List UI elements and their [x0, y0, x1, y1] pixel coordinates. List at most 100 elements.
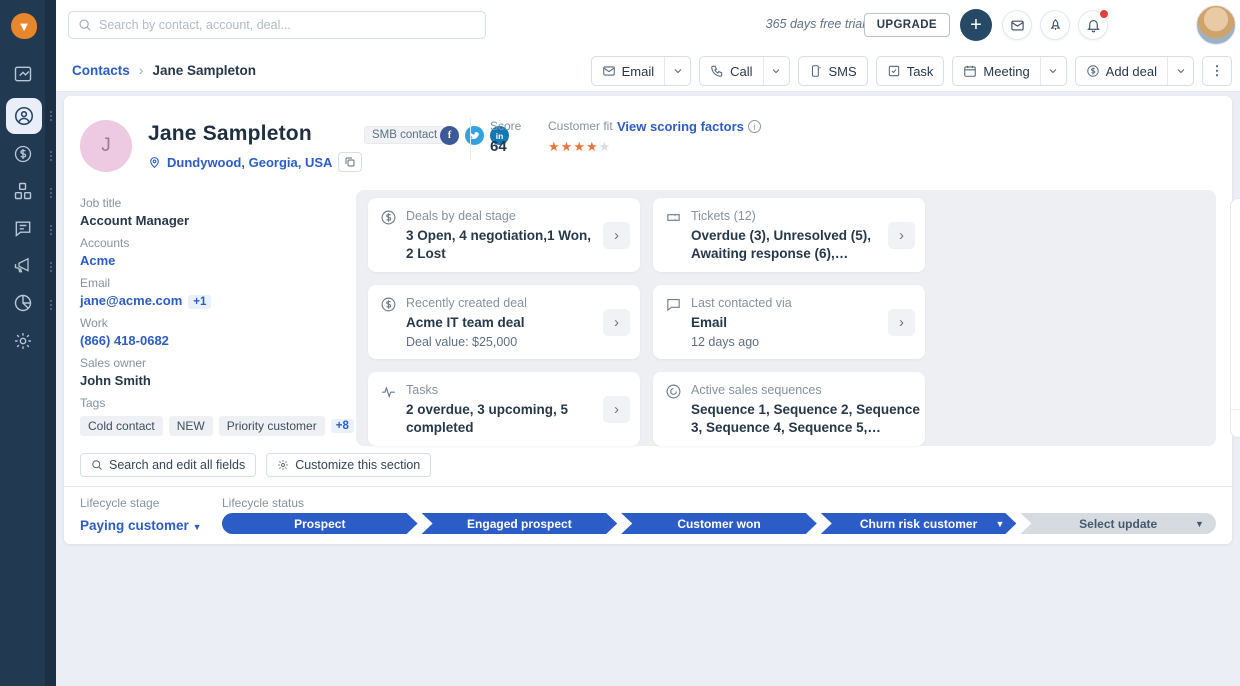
sidebar-item-deals[interactable] — [11, 142, 35, 166]
tickets-card[interactable]: Tickets (12) Overdue (3), Unresolved (5)… — [653, 198, 925, 272]
sidebar-item-dashboard[interactable] — [11, 62, 35, 86]
sales-owner-value: John Smith — [80, 373, 151, 388]
lifecycle-stage-customer-won[interactable]: Customer won — [621, 513, 817, 534]
add-deal-button[interactable]: Add deal — [1076, 57, 1167, 85]
chevron-down-icon — [1175, 65, 1187, 77]
contact-location-link[interactable]: Dundywood, Georgia, USA — [167, 155, 332, 170]
chevron-down-icon: ▼ — [995, 519, 1004, 529]
user-avatar[interactable] — [1196, 5, 1236, 45]
facebook-icon[interactable]: f — [440, 126, 459, 145]
card-subtext: Deal value: $25,000 — [406, 335, 628, 349]
sales-sequences-card[interactable]: Active sales sequences Sequence 1, Seque… — [653, 372, 925, 446]
add-deal-dropdown-button[interactable] — [1167, 57, 1193, 85]
recent-deal-chevron-button[interactable]: › — [603, 309, 630, 336]
sales-owner-label: Sales owner — [80, 356, 151, 370]
email-button[interactable]: Email — [592, 57, 665, 85]
sidebar-item-analytics[interactable] — [11, 291, 35, 315]
conversations-more-dots[interactable] — [49, 223, 53, 237]
last-contacted-card[interactable]: Last contacted via Email 12 days ago › — [653, 285, 925, 359]
lifecycle-stage-prospect[interactable]: Prospect — [222, 513, 418, 534]
sidebar-item-products[interactable] — [11, 179, 35, 203]
global-search[interactable] — [68, 11, 486, 39]
meeting-button[interactable]: Meeting — [953, 57, 1039, 85]
email-inbox-button[interactable] — [1002, 10, 1032, 40]
field-email: Email jane@acme.com+1 — [80, 276, 211, 308]
info-icon[interactable]: i — [748, 120, 761, 133]
card-title: Last contacted via — [691, 296, 913, 310]
calendar-icon — [963, 64, 977, 78]
lifecycle-stage-dropdown[interactable]: Paying customer ▼ — [80, 518, 201, 533]
customize-section-button[interactable]: Customize this section — [266, 453, 431, 477]
email-value-link[interactable]: jane@acme.com — [80, 293, 182, 308]
upgrade-button[interactable]: UPGRADE — [864, 13, 950, 37]
accounts-value-link[interactable]: Acme — [80, 253, 129, 268]
call-button-group: Call — [699, 56, 789, 86]
card-subtext: 12 days ago — [691, 335, 913, 349]
sidebar-item-settings[interactable] — [11, 329, 35, 353]
call-dropdown-button[interactable] — [763, 57, 789, 85]
call-button[interactable]: Call — [700, 57, 762, 85]
task-button[interactable]: Task — [877, 57, 944, 85]
view-scoring-factors-link[interactable]: View scoring factors — [617, 119, 744, 134]
freshworks-logo-icon[interactable]: ▼ — [11, 13, 37, 39]
field-tags: Tags Cold contact NEW Priority customer … — [80, 396, 354, 436]
top-bar: 365 days free trial UPGRADE + — [56, 0, 1240, 50]
star-icon: ★ — [548, 139, 561, 154]
meeting-dropdown-button[interactable] — [1040, 57, 1066, 85]
deals-more-dots[interactable] — [49, 149, 53, 163]
star-icon: ★ — [573, 139, 586, 154]
campaigns-more-dots[interactable] — [49, 260, 53, 274]
twitter-icon[interactable] — [465, 126, 484, 145]
recent-deal-card[interactable]: Recently created deal Acme IT team deal … — [368, 285, 640, 359]
lifecycle-stage-churn-risk[interactable]: Churn risk customer▼ — [821, 513, 1017, 534]
quick-add-button[interactable]: + — [960, 9, 992, 41]
deals-by-stage-card[interactable]: Deals by deal stage 3 Open, 4 negotiatio… — [368, 198, 640, 272]
assistant-button[interactable] — [1040, 10, 1070, 40]
products-more-dots[interactable] — [49, 186, 53, 200]
lifecycle-stage-engaged-prospect[interactable]: Engaged prospect — [422, 513, 618, 534]
job-title-label: Job title — [80, 196, 189, 210]
tag-chip[interactable]: NEW — [169, 416, 213, 436]
tags-more-chip[interactable]: +8 — [331, 419, 354, 433]
work-phone-link[interactable]: (866) 418-0682 — [80, 333, 169, 348]
search-input[interactable] — [99, 18, 476, 32]
sidebar-item-campaigns[interactable] — [11, 253, 35, 277]
task-button-group: Task — [876, 56, 945, 86]
tasks-card[interactable]: Tasks 2 overdue, 3 upcoming, 5 completed… — [368, 372, 640, 446]
chevron-down-icon — [1047, 65, 1059, 77]
star-icon: ★ — [599, 139, 612, 154]
sms-button[interactable]: SMS — [799, 57, 867, 85]
chevron-right-icon: › — [139, 62, 144, 78]
email-dropdown-button[interactable] — [664, 57, 690, 85]
location-pin-icon — [148, 156, 161, 169]
lifecycle-stage-select-update[interactable]: Select update▼ — [1020, 513, 1216, 534]
tag-chip[interactable]: Cold contact — [80, 416, 163, 436]
notifications-button[interactable] — [1078, 10, 1108, 40]
mobile-icon — [809, 64, 823, 78]
record-header-bar: Contacts › Jane Sampleton Email Call SMS — [56, 50, 1240, 92]
last-contacted-chevron-button[interactable]: › — [888, 309, 915, 336]
card-value: Email — [691, 314, 877, 332]
tag-chip[interactable]: Priority customer — [219, 416, 325, 436]
notification-badge — [1099, 9, 1109, 19]
sequence-disc-icon — [665, 383, 682, 400]
sidebar-item-conversations[interactable] — [11, 216, 35, 240]
deals-card-chevron-button[interactable]: › — [603, 222, 630, 249]
field-work-phone: Work (866) 418-0682 — [80, 316, 169, 348]
tasks-card-chevron-button[interactable]: › — [603, 396, 630, 423]
analytics-more-dots[interactable] — [49, 298, 53, 312]
email-more-chip[interactable]: +1 — [188, 295, 211, 309]
sidebar-item-contacts[interactable] — [6, 98, 42, 134]
chevron-down-icon — [770, 65, 782, 77]
view-all-notes-link[interactable]: View all notes — [1231, 409, 1240, 437]
dollar-circle-icon — [380, 296, 397, 313]
more-actions-button[interactable]: ⋮ — [1202, 56, 1232, 86]
contact-avatar: J — [80, 120, 132, 172]
search-edit-fields-button[interactable]: Search and edit all fields — [80, 453, 256, 477]
contacts-more-dots[interactable] — [49, 109, 53, 123]
record-actions: Email Call SMS Task Me — [591, 56, 1232, 86]
tickets-card-chevron-button[interactable]: › — [888, 222, 915, 249]
header-divider — [470, 118, 471, 160]
copy-button[interactable] — [338, 152, 362, 172]
breadcrumb-contacts-link[interactable]: Contacts — [72, 63, 130, 78]
